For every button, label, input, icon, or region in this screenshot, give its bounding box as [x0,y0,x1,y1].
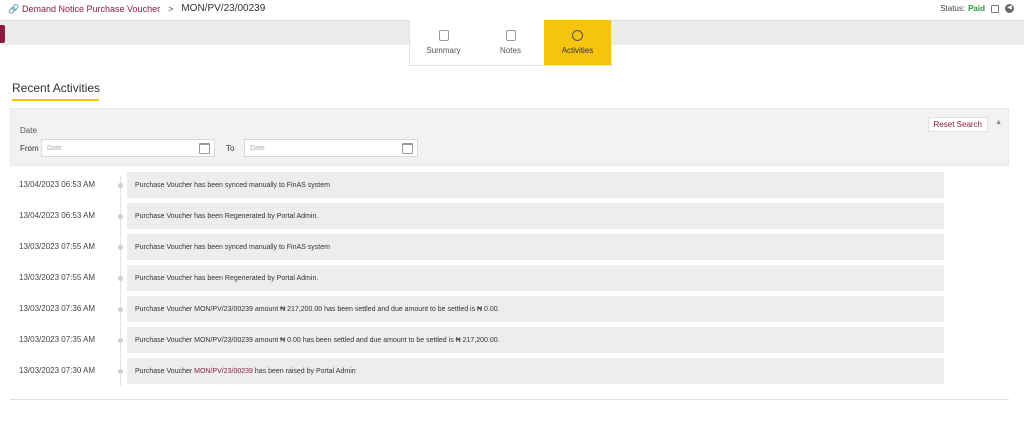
timeline-dot [118,183,123,188]
timeline-dot [118,214,123,219]
notes-icon [505,30,516,41]
breadcrumb-separator: > [168,3,174,14]
side-menu-toggle[interactable] [0,25,5,43]
from-date-input[interactable]: Date [41,139,215,157]
activity-time: 13/04/2023 06:53 AM [19,180,96,189]
summary-icon [438,30,449,41]
timeline-dot [118,338,123,343]
top-bar: 🔗 Demand Notice Purchase Voucher > MON/P… [0,0,1024,20]
to-label: To [226,144,235,153]
activities-icon [572,30,583,41]
activity-time: 13/04/2023 06:53 AM [19,211,96,220]
tab-notes-label: Notes [500,46,521,55]
activity-time: 13/03/2023 07:36 AM [19,304,96,313]
reset-search-button[interactable]: Reset Search [927,117,988,132]
activity-message: Purchase Voucher MON/PV/23/00239 amount … [127,296,944,322]
tab-summary-label: Summary [426,46,461,55]
activity-row: 13/03/2023 07:36 AM Purchase Voucher MON… [10,296,944,322]
activity-row: 13/03/2023 07:35 AM Purchase Voucher MON… [10,327,944,353]
date-filter-label: Date [20,126,37,135]
tab-notes[interactable]: Notes [477,20,544,65]
activity-row: 13/03/2023 07:30 AM Purchase Voucher MON… [10,358,944,384]
activity-time: 13/03/2023 07:35 AM [19,335,96,344]
breadcrumb-parent-link[interactable]: Demand Notice Purchase Voucher [22,4,160,14]
tab-activities-label: Activities [561,46,594,55]
filter-panel: Date From Date To Date Reset Search ▲ [10,108,1009,166]
section-title-underline [12,99,99,101]
timeline-dot [118,369,123,374]
status-label: Status: [940,4,966,13]
status-badge: Paid [968,4,985,13]
back-arrow-icon[interactable]: ◀ [1005,4,1014,13]
timeline-dot [118,245,123,250]
divider [10,399,1009,400]
calendar-icon[interactable] [199,143,210,154]
tab-bar: Summary Notes Activities [409,20,612,66]
from-label: From [20,144,39,153]
chevron-up-icon[interactable]: ▲ [995,119,1002,126]
link-icon: 🔗 [8,3,20,14]
timeline-dot [118,276,123,281]
activity-message: Purchase Voucher has been Regenerated by… [127,203,944,229]
activity-time: 13/03/2023 07:55 AM [19,273,96,282]
activity-time: 13/03/2023 07:55 AM [19,242,96,251]
activity-text: Purchase Voucher has been synced manuall… [135,181,330,189]
activity-row: 13/03/2023 07:55 AM Purchase Voucher has… [10,265,944,291]
activity-message: Purchase Voucher has been synced manuall… [127,172,944,198]
activity-message: Purchase Voucher MON/PV/23/00239 amount … [127,327,944,353]
activity-message: Purchase Voucher has been Regenerated by… [127,265,944,291]
breadcrumb: 🔗 Demand Notice Purchase Voucher > MON/P… [8,3,265,14]
activity-time: 13/03/2023 07:30 AM [19,366,96,375]
activity-text: Purchase Voucher [135,367,195,375]
from-date-placeholder: Date [47,144,62,152]
activity-text: has been raised by Portal Admin [252,367,356,375]
activity-row: 13/03/2023 07:55 AM Purchase Voucher has… [10,234,944,260]
breadcrumb-current: MON/PV/23/00239 [181,3,266,14]
timeline-dot [118,307,123,312]
tab-summary[interactable]: Summary [410,20,477,65]
to-date-placeholder: Date [250,144,265,152]
activity-row: 13/04/2023 06:53 AM Purchase Voucher has… [10,172,944,198]
activity-text: Purchase Voucher MON/PV/23/00239 amount … [135,336,500,344]
activity-text: Purchase Voucher has been Regenerated by… [135,274,319,282]
activity-message: Purchase Voucher MON/PV/23/00239 has bee… [127,358,944,384]
to-date-input[interactable]: Date [244,139,418,157]
status-indicator: Status: Paid ◀ [940,4,1014,13]
activity-text: Purchase Voucher MON/PV/23/00239 amount … [135,305,500,313]
activity-row: 13/04/2023 06:53 AM Purchase Voucher has… [10,203,944,229]
calendar-icon[interactable] [402,143,413,154]
activity-text: Purchase Voucher has been synced manuall… [135,243,330,251]
tab-activities[interactable]: Activities [544,20,611,65]
voucher-reference-link[interactable]: MON/PV/23/00239 [194,368,253,375]
activity-text: Purchase Voucher has been Regenerated by… [135,212,319,220]
activity-message: Purchase Voucher has been synced manuall… [127,234,944,260]
section-title: Recent Activities [12,81,101,95]
sync-icon[interactable] [991,4,999,13]
